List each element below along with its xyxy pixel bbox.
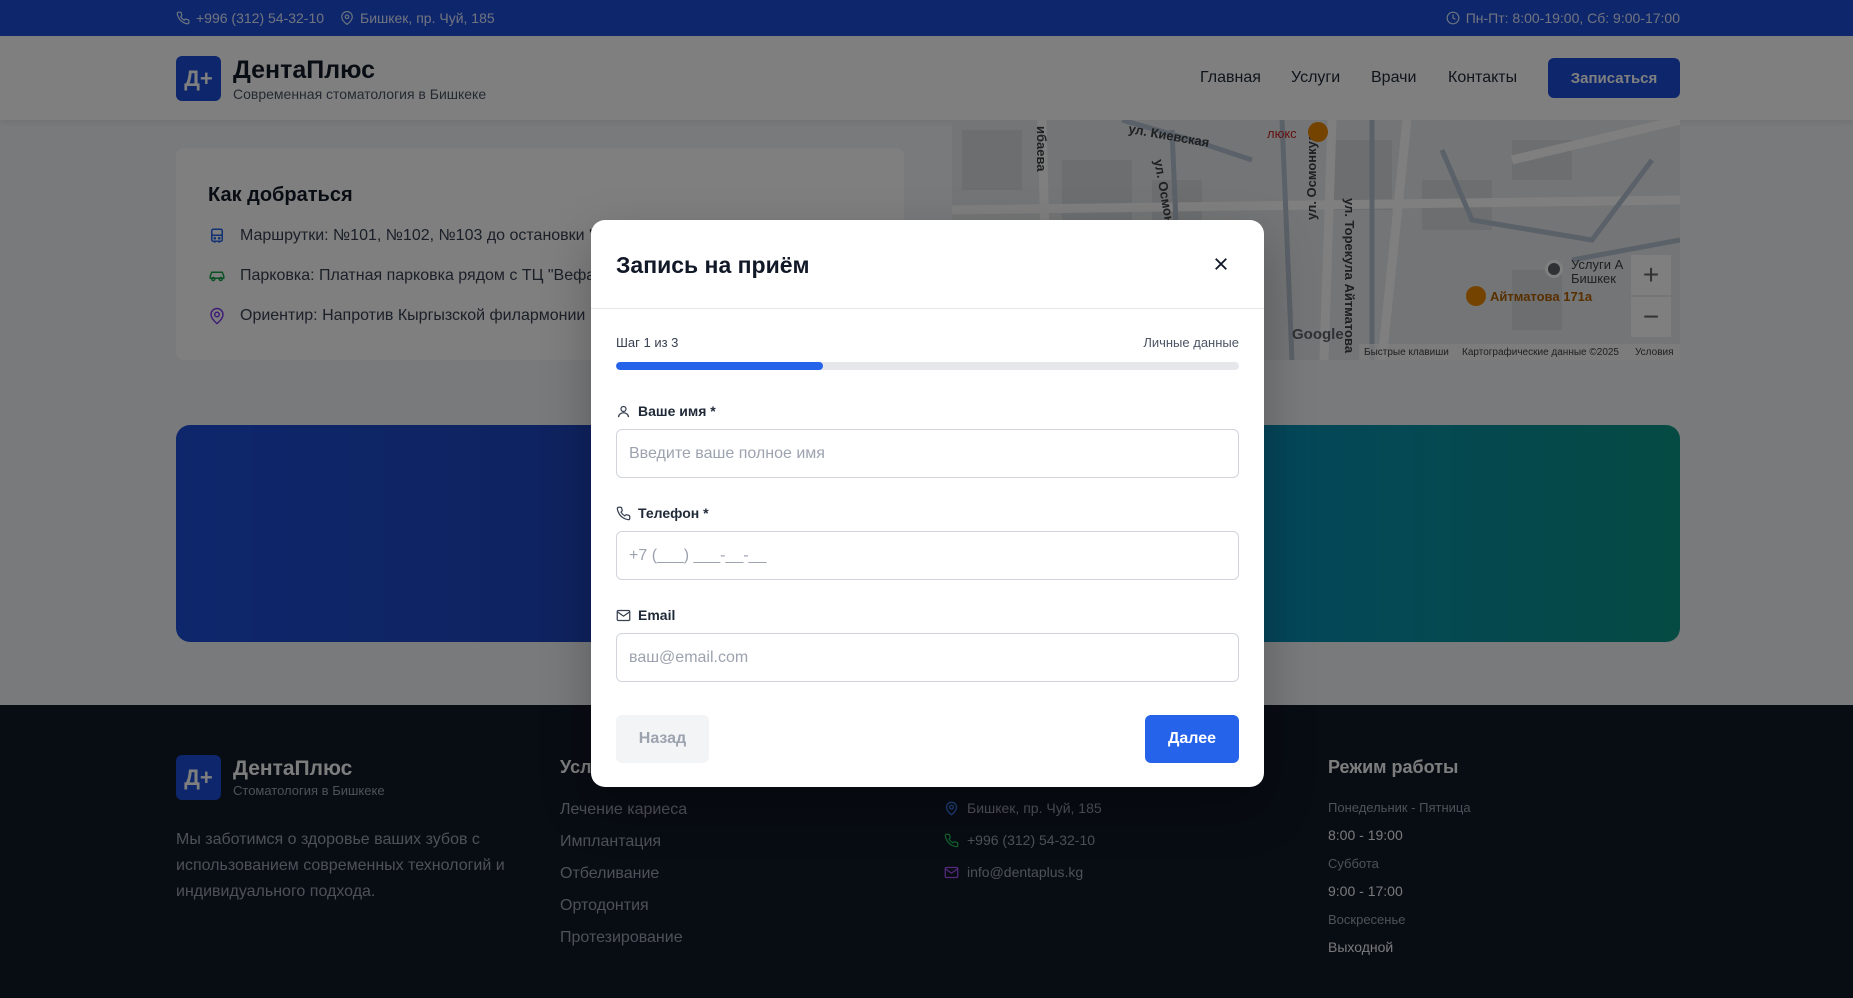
step-indicator: Шаг 1 из 3 [616, 335, 679, 350]
mail-icon [616, 609, 631, 621]
appointment-modal: Запись на приём Шаг 1 из 3 Личные данные… [591, 220, 1264, 787]
phone-field-label: Телефон * [616, 505, 709, 521]
back-button[interactable]: Назад [616, 715, 709, 763]
phone-icon [616, 506, 631, 520]
next-button[interactable]: Далее [1145, 715, 1239, 763]
close-button[interactable] [1207, 250, 1235, 278]
close-icon [1215, 258, 1227, 270]
step-name: Личные данные [1143, 335, 1239, 350]
email-field-label: Email [616, 607, 675, 623]
user-icon [617, 405, 630, 417]
modal-title: Запись на приём [616, 252, 810, 278]
name-input[interactable] [616, 429, 1239, 478]
step-progress-bar [616, 362, 1239, 370]
name-field-label: Ваше имя * [616, 403, 716, 419]
step-progress-fill [616, 362, 824, 370]
email-label-text: Email [638, 607, 676, 623]
phone-label-text: Телефон * [638, 505, 709, 521]
modal-divider [591, 308, 1264, 309]
name-label-text: Ваше имя * [638, 403, 716, 419]
email-input[interactable] [616, 633, 1239, 682]
phone-input[interactable] [616, 531, 1239, 580]
